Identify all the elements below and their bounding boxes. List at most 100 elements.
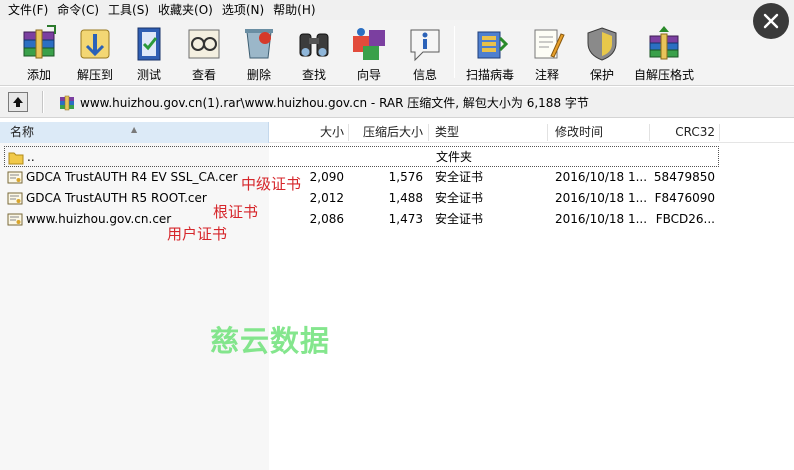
column-crc-label: CRC32 [675,125,715,139]
delete-label: 删除 [246,68,271,82]
address-separator [42,91,44,113]
file-list-header: 名称 ▲ 大小 压缩后大小 类型 修改时间 CRC32 [0,122,794,143]
add-archive-icon [23,25,56,59]
address-bar: www.huizhou.gov.cn(1).rar\www.huizhou.go… [0,87,794,118]
sfx-label: 自解压格式 [633,68,694,82]
wizard-button[interactable]: 向导 [344,22,394,84]
info-button[interactable]: 信息 [400,22,450,84]
find-icon [299,33,329,57]
comment-icon [534,29,565,59]
add-button[interactable]: 添加 [14,22,64,84]
up-folder-button[interactable] [8,92,28,112]
extract-to-label: 解压到 [76,68,113,82]
column-header-modified[interactable]: 修改时间 [555,122,635,143]
row-name: GDCA TrustAUTH R4 EV SSL_CA.cer [26,170,238,184]
column-header-type[interactable]: 类型 [435,122,535,143]
table-row[interactable]: GDCA TrustAUTH R5 ROOT.cer 2,012 1,488 安… [0,188,794,209]
protect-icon [587,27,617,61]
close-icon [763,13,779,29]
menu-command[interactable]: 命令(C) [53,0,103,20]
delete-icon [245,29,273,59]
column-divider [428,124,429,141]
menu-help[interactable]: 帮助(H) [269,0,319,20]
rar-archive-icon [60,95,74,111]
test-label: 测试 [136,68,161,82]
virus-scan-button[interactable]: 扫描病毒 [462,22,518,84]
row-crc: 58479850 [653,170,715,184]
table-row[interactable]: www.huizhou.gov.cn.cer 2,086 1,473 安全证书 … [0,209,794,230]
column-divider [348,124,349,141]
close-button[interactable] [753,3,789,39]
column-packed-label: 压缩后大小 [362,125,423,139]
menu-file[interactable]: 文件(F) [4,0,52,20]
annotation-intermediate-cert: 中级证书 [241,175,302,193]
up-arrow-icon [13,97,23,107]
table-row-parent-folder[interactable]: .. 文件夹 [4,146,719,167]
find-label: 查找 [301,68,326,82]
row-packed-size: 1,488 [388,191,423,205]
sfx-icon [649,26,679,60]
virus-scan-label: 扫描病毒 [465,68,514,82]
column-modified-label: 修改时间 [555,125,604,139]
view-button[interactable]: 查看 [178,22,230,84]
comment-label: 注释 [534,68,559,82]
row-type: 安全证书 [435,170,484,184]
row-type: 安全证书 [435,212,484,226]
archive-path: www.huizhou.gov.cn(1).rar\www.huizhou.go… [80,96,589,110]
test-icon [137,27,161,61]
wizard-icon [353,28,385,60]
add-label: 添加 [26,68,51,82]
certificate-icon [7,171,23,184]
virus-scan-icon [477,31,509,59]
row-modified: 2016/10/18 1... [555,191,648,205]
row-type: 安全证书 [435,191,484,205]
menu-favorites[interactable]: 收藏夹(O) [154,0,217,20]
column-header-name[interactable]: 名称 ▲ [0,122,269,143]
view-label: 查看 [191,68,216,82]
row-name: GDCA TrustAUTH R5 ROOT.cer [26,191,207,205]
column-size-label: 大小 [319,125,344,139]
delete-button[interactable]: 删除 [234,22,284,84]
find-button[interactable]: 查找 [289,22,339,84]
protect-button[interactable]: 保护 [577,22,627,84]
info-icon [410,29,440,62]
row-crc: F8476090 [654,191,715,205]
row-type: 文件夹 [436,150,473,164]
folder-icon [8,152,24,165]
column-header-size[interactable]: 大小 [290,122,344,143]
column-divider [649,124,650,141]
info-label: 信息 [412,68,437,82]
comment-button[interactable]: 注释 [522,22,572,84]
view-icon [188,29,220,59]
row-crc: FBCD26... [655,212,715,226]
toolbar-separator [454,26,455,78]
menu-bar: 文件(F) 命令(C) 工具(S) 收藏夹(O) 选项(N) 帮助(H) [0,0,794,20]
annotation-user-cert: 用户证书 [167,225,228,243]
column-header-packed[interactable]: 压缩后大小 [360,122,423,143]
row-packed-size: 1,473 [388,212,423,226]
certificate-icon [7,192,23,205]
sfx-button[interactable]: 自解压格式 [632,22,696,84]
column-type-label: 类型 [435,125,460,139]
column-divider [719,124,720,141]
sort-ascending-icon: ▲ [131,125,138,134]
row-size: 2,086 [309,212,344,226]
row-name: www.huizhou.gov.cn.cer [26,212,172,226]
menu-tools[interactable]: 工具(S) [104,0,153,20]
extract-to-icon [80,29,110,59]
wizard-label: 向导 [356,68,381,82]
table-row[interactable]: GDCA TrustAUTH R4 EV SSL_CA.cer 2,090 1,… [0,167,794,188]
row-packed-size: 1,576 [388,170,423,184]
extract-to-button[interactable]: 解压到 [70,22,120,84]
watermark: 慈云数据 [210,324,331,358]
row-name: .. [27,150,35,164]
test-button[interactable]: 测试 [124,22,174,84]
column-header-crc[interactable]: CRC32 [655,122,715,143]
annotation-root-cert: 根证书 [213,203,259,221]
row-modified: 2016/10/18 1... [555,170,648,184]
row-modified: 2016/10/18 1... [555,212,648,226]
menu-options[interactable]: 选项(N) [218,0,268,20]
column-divider [547,124,548,141]
protect-label: 保护 [589,68,614,82]
toolbar: 添加 解压到 测试 查看 删除 查找 向导 信息 扫描病毒 注释 保护 自解压格… [0,20,794,86]
